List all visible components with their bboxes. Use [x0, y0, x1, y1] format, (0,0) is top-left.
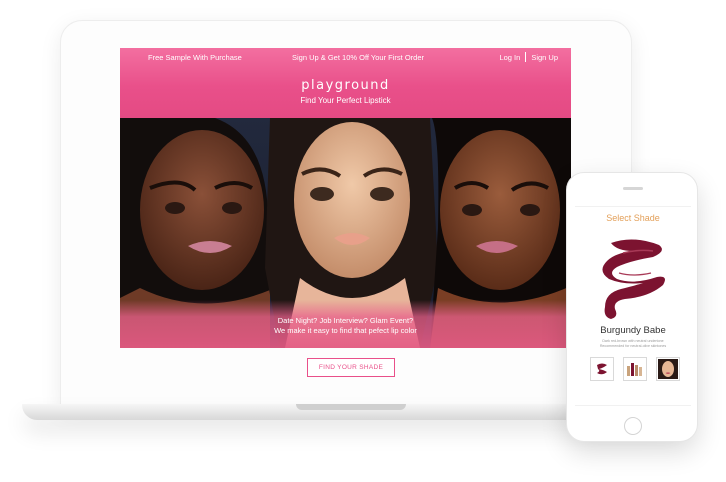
promo-signup-offer[interactable]: Sign Up & Get 10% Off Your First Order [292, 53, 424, 62]
shade-name: Burgundy Babe [600, 325, 666, 336]
phone-home-button[interactable] [624, 417, 642, 435]
product-lineup-icon [627, 363, 642, 376]
thumb-products[interactable] [623, 357, 647, 381]
promo-free-sample: Free Sample With Purchase [148, 52, 242, 62]
hero-caption: Date Night? Job Interview? Glam Event? W… [120, 316, 571, 336]
lip-swatch-icon [597, 363, 607, 375]
thumb-swatch[interactable] [590, 357, 614, 381]
link-divider [525, 52, 527, 62]
caption-line-1: Date Night? Job Interview? Glam Event? [277, 316, 414, 325]
login-link[interactable]: Log In [499, 53, 520, 62]
caption-line-2: We make it easy to find that pefect lip … [274, 326, 417, 335]
lipstick-swatch-icon [602, 239, 665, 319]
shade-thumbnails [590, 357, 680, 383]
brand-tagline: Find Your Perfect Lipstick [300, 96, 391, 105]
hero-header: Free Sample With Purchase Sign Up & Get … [120, 48, 571, 118]
phone-screen: Select Shade Burgundy Babe Dark red-brow… [575, 206, 691, 406]
hero-photo: Date Night? Job Interview? Glam Event? W… [120, 118, 571, 348]
auth-links: Log In Sign Up [499, 52, 558, 62]
shade-desc-line-2: Recommended for neutral-olive skintones [599, 344, 667, 348]
signup-link[interactable]: Sign Up [531, 53, 558, 62]
laptop-notch [296, 404, 406, 410]
find-your-shade-button[interactable]: FIND YOUR SHADE [307, 358, 395, 377]
thumb-model[interactable] [656, 357, 680, 381]
laptop-screen: Free Sample With Purchase Sign Up & Get … [120, 48, 571, 348]
select-shade-title: Select Shade [606, 213, 660, 223]
phone-frame: Select Shade Burgundy Babe Dark red-brow… [566, 172, 698, 442]
shade-description: Dark red-brown with neutral undertone Re… [575, 339, 691, 349]
model-face-icon [658, 359, 678, 379]
phone-speaker [623, 187, 643, 190]
promo-bar: Free Sample With Purchase Sign Up & Get … [120, 48, 571, 66]
brand-logo[interactable]: playground [120, 78, 571, 93]
caption-band: Date Night? Job Interview? Glam Event? W… [120, 300, 571, 348]
